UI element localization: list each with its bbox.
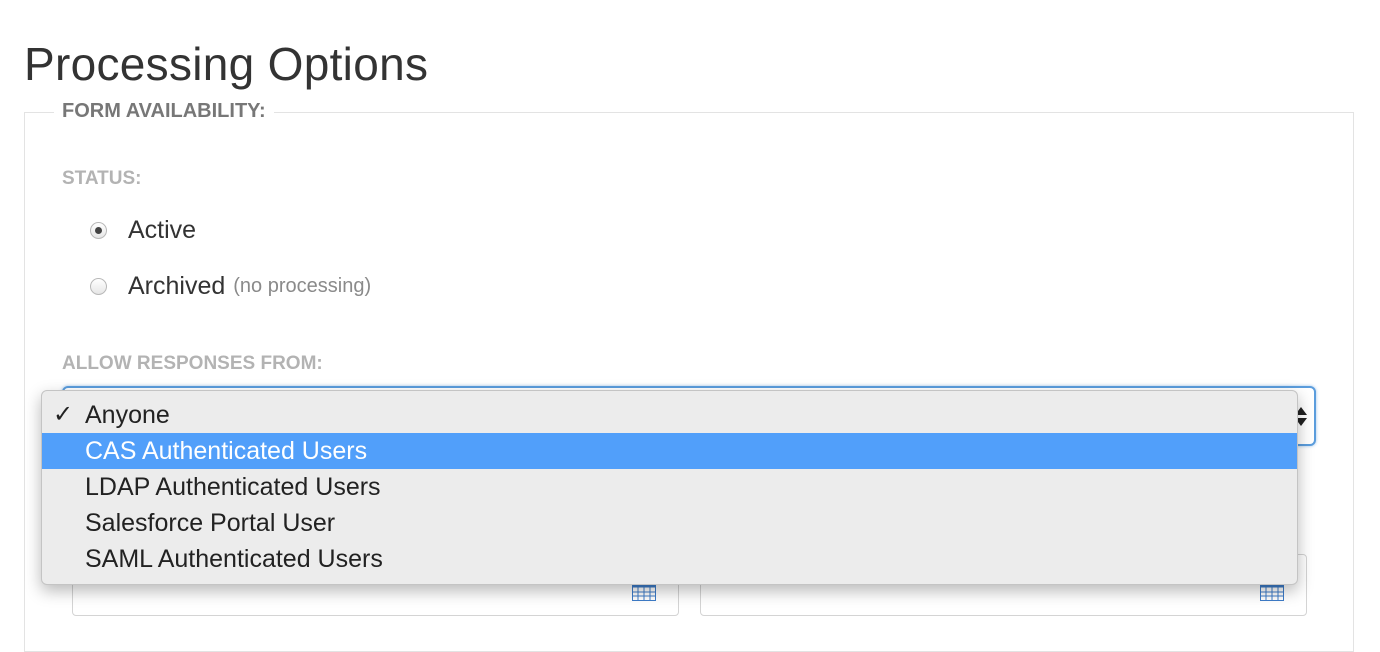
dropdown-option-anyone[interactable]: ✓ Anyone bbox=[42, 397, 1297, 433]
radio-archived[interactable] bbox=[90, 278, 107, 295]
radio-archived-label[interactable]: Archived bbox=[128, 272, 225, 301]
archived-note: (no processing) bbox=[233, 275, 372, 297]
status-option-archived[interactable]: Archived (no processing) bbox=[90, 272, 371, 301]
option-label: LDAP Authenticated Users bbox=[85, 473, 381, 501]
calendar-icon[interactable] bbox=[1260, 583, 1284, 601]
dropdown-option-ldap[interactable]: LDAP Authenticated Users bbox=[42, 469, 1297, 505]
allow-responses-label: ALLOW RESPONSES FROM: bbox=[62, 353, 323, 374]
allow-responses-dropdown-menu[interactable]: ✓ Anyone CAS Authenticated Users LDAP Au… bbox=[41, 390, 1298, 585]
calendar-icon[interactable] bbox=[632, 583, 656, 601]
option-label: Anyone bbox=[85, 401, 170, 429]
dropdown-option-cas[interactable]: CAS Authenticated Users bbox=[42, 433, 1297, 469]
check-mark-icon: ✓ bbox=[53, 401, 74, 428]
form-availability-legend: FORM AVAILABILITY: bbox=[54, 100, 274, 123]
page-title: Processing Options bbox=[24, 37, 429, 90]
status-option-active[interactable]: Active bbox=[90, 216, 196, 245]
status-label: STATUS: bbox=[62, 168, 142, 189]
radio-active[interactable] bbox=[90, 222, 107, 239]
dropdown-option-salesforce[interactable]: Salesforce Portal User bbox=[42, 505, 1297, 541]
radio-active-label[interactable]: Active bbox=[128, 216, 196, 245]
dropdown-option-saml[interactable]: SAML Authenticated Users bbox=[42, 541, 1297, 577]
option-label: CAS Authenticated Users bbox=[85, 437, 368, 465]
option-label: Salesforce Portal User bbox=[85, 509, 336, 537]
option-label: SAML Authenticated Users bbox=[85, 545, 383, 573]
